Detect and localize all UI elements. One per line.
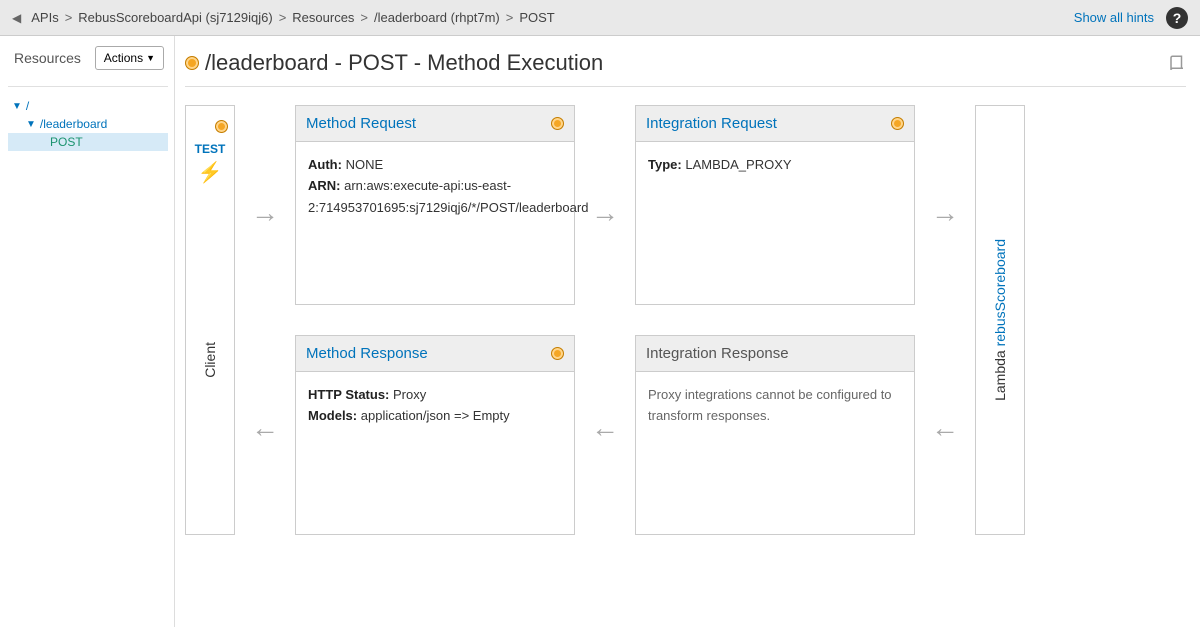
auth-label: Auth:: [308, 157, 342, 172]
models-label: Models:: [308, 408, 357, 423]
lambda-label: Lambda rebusScoreboard: [992, 239, 1008, 401]
arrow-right-icon: [591, 199, 619, 227]
integration-response-card: Integration Response Proxy integrations …: [635, 335, 915, 535]
type-label: Type:: [648, 157, 682, 172]
breadcrumb: ◀ APIs > RebusScoreboardApi (sj7129iqj6)…: [12, 10, 555, 25]
actions-label: Actions: [104, 51, 143, 65]
arrow-left-icon: [591, 414, 619, 442]
method-execution-flow: TEST ⚡ Client Method Request: [185, 105, 1186, 535]
caret-down-icon[interactable]: ▼: [26, 119, 36, 130]
help-icon[interactable]: ?: [1166, 7, 1188, 29]
crumb-api-name[interactable]: RebusScoreboardApi (sj7129iqj6): [78, 10, 272, 25]
top-right-controls: Show all hints ?: [1074, 7, 1188, 29]
integration-response-body: Proxy integrations cannot be configured …: [648, 387, 892, 423]
crumb-method[interactable]: POST: [519, 10, 554, 25]
method-request-card: Method Request Auth: NONE ARN: arn:aws:e…: [295, 105, 575, 305]
tree-resource-leaderboard[interactable]: /leaderboard: [40, 117, 107, 131]
sidebar: Resources Actions ▼ ▼ / ▼ /leaderboard P…: [0, 36, 175, 627]
lambda-prefix: Lambda: [992, 346, 1008, 400]
method-label: POST: [50, 135, 83, 149]
show-all-hints-link[interactable]: Show all hints: [1074, 10, 1154, 25]
crumb-resource-path[interactable]: /leaderboard (rhpt7m): [374, 10, 500, 25]
arn-label: ARN:: [308, 178, 341, 193]
page-title: /leaderboard - POST - Method Execution: [205, 50, 603, 76]
arrow-left-icon: [251, 414, 279, 442]
type-value: LAMBDA_PROXY: [685, 157, 791, 172]
crumb-apis[interactable]: APIs: [31, 10, 58, 25]
hint-badge-icon[interactable]: [185, 56, 199, 70]
breadcrumb-bar: ◀ APIs > RebusScoreboardApi (sj7129iqj6)…: [0, 0, 1200, 36]
sidebar-title: Resources: [14, 50, 81, 66]
arn-value: arn:aws:execute-api:us-east-2:7149537016…: [308, 178, 588, 214]
test-link[interactable]: TEST: [195, 142, 226, 156]
lambda-box: Lambda rebusScoreboard: [975, 105, 1025, 535]
lambda-function-link[interactable]: rebusScoreboard: [992, 239, 1008, 346]
arrow-right-icon: [931, 199, 959, 227]
hint-badge-icon[interactable]: [551, 117, 564, 130]
chevron-right-icon: >: [506, 10, 514, 25]
models-value: application/json => Empty: [361, 408, 510, 423]
method-response-card: Method Response HTTP Status: Proxy Model…: [295, 335, 575, 535]
tree-root[interactable]: /: [26, 99, 29, 113]
actions-button[interactable]: Actions ▼: [95, 46, 164, 70]
chevron-right-icon: >: [360, 10, 368, 25]
chevron-right-icon: >: [65, 10, 73, 25]
method-response-link[interactable]: Method Response: [306, 345, 428, 362]
hint-badge-icon[interactable]: [215, 120, 228, 133]
crumb-resources[interactable]: Resources: [292, 10, 354, 25]
integration-request-card: Integration Request Type: LAMBDA_PROXY: [635, 105, 915, 305]
arrow-right-icon: [251, 199, 279, 227]
hint-badge-icon[interactable]: [891, 117, 904, 130]
caret-down-icon[interactable]: ▼: [12, 101, 22, 112]
http-status-label: HTTP Status:: [308, 387, 389, 402]
resource-tree: ▼ / ▼ /leaderboard POST: [8, 86, 168, 151]
integration-request-link[interactable]: Integration Request: [646, 115, 777, 132]
book-icon[interactable]: [1168, 54, 1186, 72]
client-box: TEST ⚡ Client: [185, 105, 235, 535]
method-request-link[interactable]: Method Request: [306, 115, 416, 132]
chevron-right-icon: >: [279, 10, 287, 25]
hint-badge-icon[interactable]: [551, 347, 564, 360]
http-status-value: Proxy: [393, 387, 426, 402]
tree-method-post[interactable]: POST: [8, 133, 168, 151]
arrow-left-icon: [931, 414, 959, 442]
chevron-left-icon[interactable]: ◀: [12, 11, 21, 25]
caret-down-icon: ▼: [146, 53, 155, 63]
auth-value: NONE: [346, 157, 384, 172]
bolt-icon[interactable]: ⚡: [198, 160, 223, 185]
integration-response-title: Integration Response: [646, 345, 789, 362]
client-label: Client: [202, 342, 218, 378]
